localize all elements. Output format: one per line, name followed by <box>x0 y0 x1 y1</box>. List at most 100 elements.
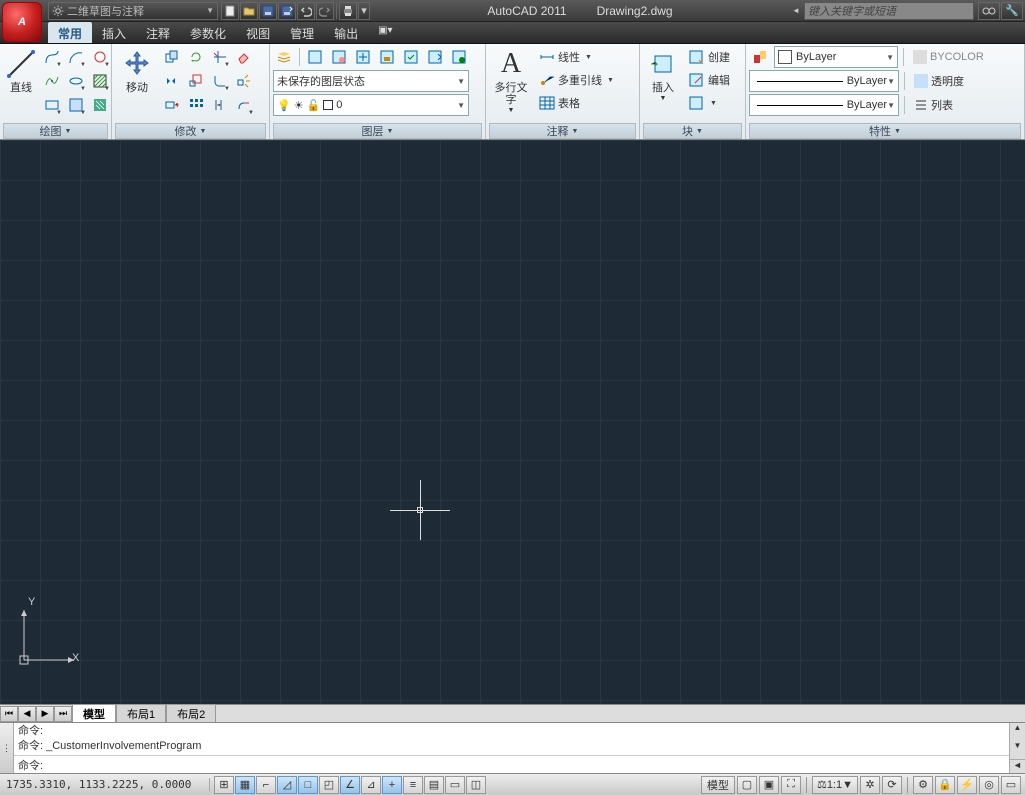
qat-new-button[interactable] <box>221 2 239 20</box>
region-button[interactable]: ▼ <box>65 94 87 116</box>
ortho-mode-button[interactable]: ⌐ <box>256 776 276 794</box>
qat-save-button[interactable] <box>259 2 277 20</box>
qat-redo-button[interactable] <box>316 2 334 20</box>
fillet-button[interactable]: ▼ <box>209 70 231 92</box>
list-button[interactable]: 列表 <box>910 94 957 116</box>
edit-block-button[interactable]: 编辑 <box>685 69 734 91</box>
ellipse-button[interactable]: ▼ <box>65 70 87 92</box>
arc-button[interactable]: ▼ <box>65 46 87 68</box>
color-dropdown[interactable]: ByLayer▼ <box>774 46 898 68</box>
tab-nav-prev[interactable]: ◀ <box>18 706 36 722</box>
bycolor-button[interactable]: BYCOLOR <box>909 46 988 68</box>
explode-button[interactable] <box>233 70 255 92</box>
layer-match-button[interactable] <box>424 46 446 68</box>
block-attr-button[interactable]: ▼ <box>685 92 734 114</box>
trim-button[interactable]: ▼ <box>209 46 231 68</box>
panel-title-block[interactable]: 块▼ <box>643 123 742 139</box>
help-button[interactable]: 🔧 <box>1001 2 1023 20</box>
join-button[interactable]: ▼ <box>233 94 255 116</box>
layer-previous-button[interactable] <box>448 46 470 68</box>
otrack-button[interactable]: ∠ <box>340 776 360 794</box>
selection-cycling-button[interactable]: ◫ <box>466 776 486 794</box>
spline-button[interactable] <box>41 70 63 92</box>
infocenter-button[interactable] <box>978 2 1000 20</box>
qat-open-button[interactable] <box>240 2 258 20</box>
search-input[interactable]: 键入关键字或短语 <box>804 2 974 20</box>
copy-button[interactable] <box>161 46 183 68</box>
transparency-button[interactable]: 透明度 <box>910 70 968 92</box>
qprops-button[interactable]: ▭ <box>445 776 465 794</box>
layer-state-dropdown[interactable]: 未保存的图层状态 ▼ <box>273 70 469 92</box>
3dosnap-button[interactable]: ◰ <box>319 776 339 794</box>
snap-mode-button[interactable]: ⊞ <box>214 776 234 794</box>
qat-customize-button[interactable]: ▾ <box>358 2 370 20</box>
annotation-scale-button[interactable]: ⚖1:1▼ <box>812 776 858 794</box>
rotate-button[interactable] <box>185 46 207 68</box>
layer-properties-button[interactable] <box>273 46 295 68</box>
linear-dim-button[interactable]: 线性▼ <box>535 46 618 68</box>
command-input[interactable]: 命令: <box>14 755 1009 773</box>
tab-expand-button[interactable]: ▣▾ <box>368 22 388 43</box>
sheet-tab-model[interactable]: 模型 <box>72 704 116 723</box>
hardware-accel-button[interactable]: ⚡ <box>957 776 977 794</box>
erase-button[interactable] <box>233 46 255 68</box>
tab-insert[interactable]: 插入 <box>92 22 136 43</box>
maximize-viewport-button[interactable]: ⛶ <box>781 776 801 794</box>
grid-mode-button[interactable]: ▦ <box>235 776 255 794</box>
transparency-btn[interactable]: ▤ <box>424 776 444 794</box>
workspace-switching-button[interactable]: ⚙ <box>913 776 933 794</box>
lineweight-button[interactable]: ≡ <box>403 776 423 794</box>
osnap-button[interactable]: □ <box>298 776 318 794</box>
offset-button[interactable] <box>209 94 231 116</box>
mtext-button[interactable]: A 多行文字 ▼ <box>489 46 533 116</box>
gradient-button[interactable] <box>89 94 111 116</box>
tab-output[interactable]: 输出 <box>324 22 368 43</box>
layer-lock-button[interactable] <box>376 46 398 68</box>
array-button[interactable] <box>185 94 207 116</box>
quickview-drawings-button[interactable]: ▣ <box>759 776 779 794</box>
rectangle-button[interactable]: ▼ <box>41 94 63 116</box>
tab-annotate[interactable]: 注释 <box>136 22 180 43</box>
panel-title-modify[interactable]: 修改▼ <box>115 123 266 139</box>
mirror-button[interactable] <box>161 70 183 92</box>
command-handle[interactable]: ⋮ <box>0 723 14 773</box>
tab-nav-next[interactable]: ▶ <box>36 706 54 722</box>
workspace-dropdown[interactable]: 二维草图与注释 ▼ <box>48 2 218 20</box>
lineweight-dropdown[interactable]: ByLayer▼ <box>749 70 899 92</box>
cmd-scroll-down[interactable]: ▼ <box>1010 741 1025 759</box>
panel-title-draw[interactable]: 绘图▼ <box>3 123 108 139</box>
table-button[interactable]: 表格 <box>535 92 618 114</box>
annotation-autoscale-button[interactable]: ⟳ <box>882 776 902 794</box>
tab-nav-last[interactable]: ⏭ <box>54 706 72 722</box>
linetype-dropdown[interactable]: ByLayer▼ <box>749 94 899 116</box>
dyn-input-button[interactable]: + <box>382 776 402 794</box>
circle-button[interactable]: ▼ <box>89 46 111 68</box>
clean-screen-button[interactable]: ▭ <box>1001 776 1021 794</box>
annotation-visibility-button[interactable]: ✲ <box>860 776 880 794</box>
layer-isolate-button[interactable] <box>328 46 350 68</box>
sheet-tab-layout1[interactable]: 布局1 <box>116 704 166 723</box>
move-button[interactable]: 移动 <box>115 46 159 96</box>
line-button[interactable]: 直线 <box>3 46 39 96</box>
cmd-scroll-up[interactable]: ▲ <box>1010 723 1025 741</box>
isolate-objects-button[interactable]: ◎ <box>979 776 999 794</box>
sheet-tab-layout2[interactable]: 布局2 <box>166 704 216 723</box>
polar-mode-button[interactable]: ◿ <box>277 776 297 794</box>
insert-block-button[interactable]: 插入 ▼ <box>643 46 683 104</box>
quickview-layouts-button[interactable]: ▢ <box>737 776 757 794</box>
mleader-button[interactable]: 多重引线▼ <box>535 69 618 91</box>
panel-title-annotation[interactable]: 注释▼ <box>489 123 636 139</box>
ducs-button[interactable]: ⊿ <box>361 776 381 794</box>
create-block-button[interactable]: 创建 <box>685 46 734 68</box>
scale-button[interactable] <box>185 70 207 92</box>
tab-manage[interactable]: 管理 <box>280 22 324 43</box>
qat-undo-button[interactable] <box>297 2 315 20</box>
model-space-button[interactable]: 模型 <box>701 776 735 794</box>
tab-home[interactable]: 常用 <box>48 22 92 43</box>
qat-print-button[interactable] <box>339 2 357 20</box>
panel-title-properties[interactable]: 特性▼ <box>749 123 1021 139</box>
polyline-button[interactable]: ▼ <box>41 46 63 68</box>
layer-freeze-button[interactable] <box>352 46 374 68</box>
panel-title-layers[interactable]: 图层▼ <box>273 123 482 139</box>
qat-saveas-button[interactable] <box>278 2 296 20</box>
